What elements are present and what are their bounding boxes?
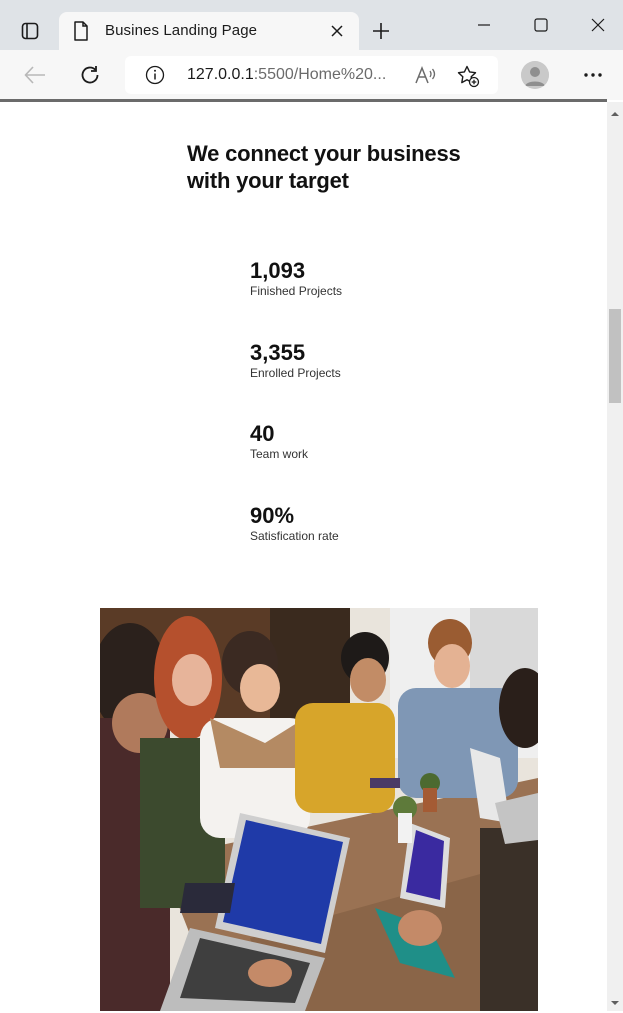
more-icon[interactable] [578,60,608,90]
url-host: 127.0.0.1 [187,66,254,83]
minimize-button[interactable] [469,10,499,40]
team-meeting-photo [100,608,538,1011]
info-icon[interactable] [145,65,165,85]
back-arrow-icon [24,66,45,84]
stat-label: Finished Projects [250,284,343,298]
refresh-icon [81,66,99,84]
close-window-icon [591,18,605,32]
maximize-icon [534,18,548,32]
stat-label: Enrolled Projects [250,366,341,380]
close-window-button[interactable] [583,10,613,40]
refresh-button[interactable] [75,60,105,90]
scroll-up-arrow-icon[interactable] [610,106,620,116]
close-icon[interactable] [327,21,347,41]
minimize-icon [478,24,490,26]
vertical-scrollbar[interactable] [607,102,623,1011]
profile-avatar[interactable] [521,61,549,89]
stat-value: 1,093 [250,258,306,283]
tab-title: Busines Landing Page [105,22,258,39]
stat-enrolled-projects: 3,355 Enrolled Projects [250,340,341,380]
browser-title-bar: Busines Landing Page [0,0,623,50]
browser-toolbar: 127.0.0.1:5500/Home%20... [0,50,623,100]
scrollbar-thumb[interactable] [609,309,621,403]
address-bar[interactable]: 127.0.0.1:5500/Home%20... [125,56,498,94]
stat-value: 40 [250,421,275,446]
scroll-down-arrow-icon[interactable] [610,995,620,1005]
url-text[interactable]: 127.0.0.1:5500/Home%20... [187,66,386,84]
stat-satisfaction-rate: 90% Satisfication rate [250,503,339,543]
page-heading: We connect your business with your targe… [187,141,461,193]
stat-value: 3,355 [250,340,306,365]
plus-icon [373,23,389,39]
add-favorite-icon[interactable] [456,64,480,88]
stat-label: Team work [250,447,309,461]
new-tab-button[interactable] [366,16,396,46]
browser-tab[interactable]: Busines Landing Page [59,12,359,50]
stat-label: Satisfication rate [250,529,339,543]
stat-value: 90% [250,503,295,528]
back-button[interactable] [20,60,50,90]
page-icon [73,21,91,41]
read-aloud-icon[interactable] [413,64,437,88]
stat-team-work: 40 Team work [250,421,308,461]
tab-actions-icon[interactable] [12,13,48,49]
url-path: :5500/Home%20... [253,66,387,83]
page-viewport: We connect your business with your targe… [0,102,607,1011]
maximize-button[interactable] [526,10,556,40]
stat-finished-projects: 1,093 Finished Projects [250,258,342,298]
